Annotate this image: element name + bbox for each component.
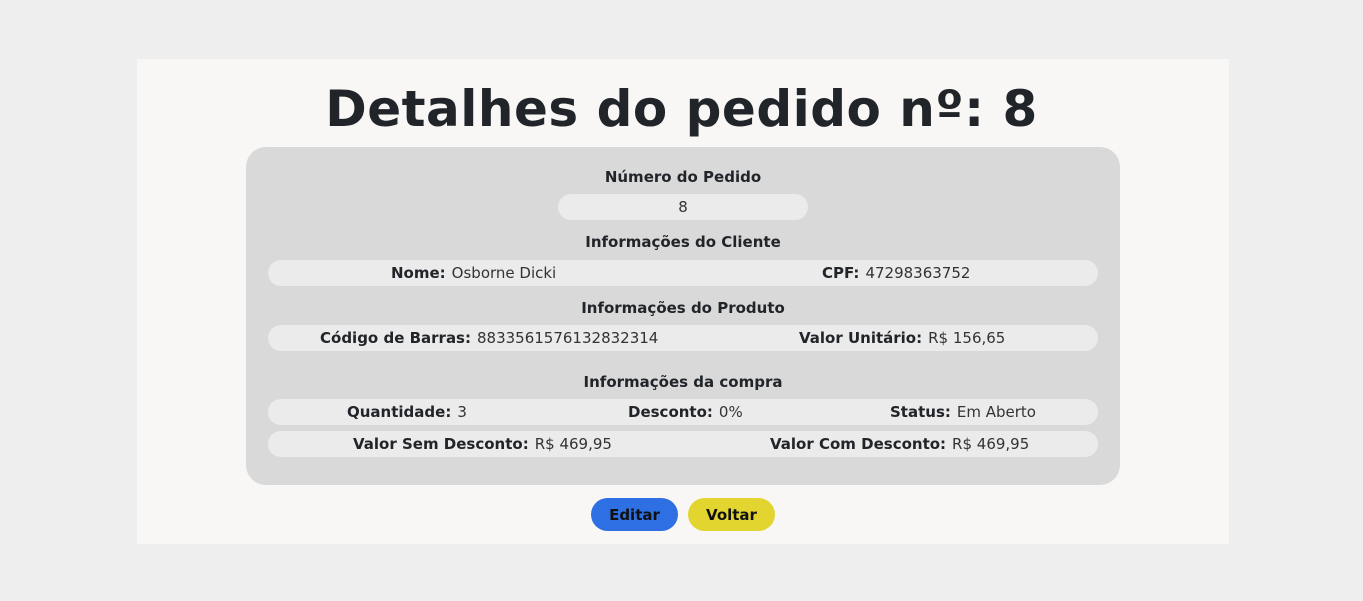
value-without-discount-field: Valor Sem Desconto: R$ 469,95 (353, 431, 612, 457)
client-cpf-label: CPF: (822, 264, 860, 282)
barcode-value: 8833561576132832314 (477, 329, 659, 347)
unit-value-field: Valor Unitário: R$ 156,65 (799, 325, 1005, 351)
value-without-discount-label: Valor Sem Desconto: (353, 435, 529, 453)
value-without-discount-value: R$ 469,95 (534, 435, 612, 453)
value-with-discount-field: Valor Com Desconto: R$ 469,95 (770, 431, 1029, 457)
client-name-label: Nome: (391, 264, 446, 282)
client-cpf-field: CPF: 47298363752 (822, 260, 970, 286)
status-label: Status: (890, 403, 951, 421)
quantity-value: 3 (457, 403, 467, 421)
purchase-info-heading: Informações da compra (583, 373, 783, 391)
purchase-info-row-1: Quantidade: 3 Desconto: 0% Status: Em Abert… (268, 399, 1098, 425)
quantity-label: Quantidade: (347, 403, 452, 421)
value-with-discount-label: Valor Com Desconto: (770, 435, 947, 453)
page-title: Detalhes do pedido nº: 8 (325, 80, 1038, 138)
order-number-value: 8 (558, 194, 808, 220)
back-button[interactable]: Voltar (688, 498, 775, 531)
product-info-heading: Informações do Produto (581, 299, 785, 317)
order-number-heading: Número do Pedido (604, 168, 762, 186)
client-name-field: Nome: Osborne Dicki (391, 260, 556, 286)
unit-value-value: R$ 156,65 (928, 329, 1006, 347)
product-info-row: Código de Barras: 8833561576132832314 Val… (268, 325, 1098, 351)
client-info-heading: Informações do Cliente (585, 233, 781, 251)
barcode-label: Código de Barras: (320, 329, 471, 347)
status-field: Status: Em Aberto (890, 399, 1036, 425)
value-with-discount-value: R$ 469,95 (952, 435, 1030, 453)
quantity-field: Quantidade: 3 (347, 399, 467, 425)
discount-field: Desconto: 0% (628, 399, 743, 425)
edit-button[interactable]: Editar (591, 498, 678, 531)
purchase-info-row-2: Valor Sem Desconto: R$ 469,95 Valor Com D… (268, 431, 1098, 457)
client-cpf-value: 47298363752 (865, 264, 971, 282)
barcode-field: Código de Barras: 8833561576132832314 (320, 325, 658, 351)
status-value: Em Aberto (956, 403, 1036, 421)
discount-value: 0% (718, 403, 743, 421)
discount-label: Desconto: (628, 403, 713, 421)
client-name-value: Osborne Dicki (451, 264, 557, 282)
unit-value-label: Valor Unitário: (799, 329, 923, 347)
client-info-row: Nome: Osborne Dicki CPF: 47298363752 (268, 260, 1098, 286)
order-details-panel: Número do Pedido 8 Informações do Client… (246, 147, 1120, 485)
